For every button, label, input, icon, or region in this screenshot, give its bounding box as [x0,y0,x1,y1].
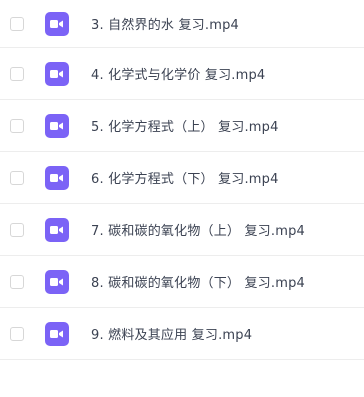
video-file-icon [45,269,69,294]
file-row[interactable]: 4. 化学式与化学价 复习.mp4 [0,48,364,100]
file-name[interactable]: 4. 化学式与化学价 复习.mp4 [91,64,265,83]
file-row[interactable]: 5. 化学方程式（上） 复习.mp4 [0,100,364,152]
file-name[interactable]: 3. 自然界的水 复习.mp4 [91,14,239,33]
video-file-icon [45,113,69,138]
file-name[interactable]: 5. 化学方程式（上） 复习.mp4 [91,116,279,135]
video-file-icon [45,165,69,190]
row-checkbox[interactable] [10,66,24,81]
row-checkbox[interactable] [10,16,24,31]
row-checkbox[interactable] [10,170,24,185]
file-name[interactable]: 8. 碳和碳的氧化物（下） 复习.mp4 [91,272,305,291]
video-file-icon [45,217,69,242]
file-row[interactable]: 3. 自然界的水 复习.mp4 [0,0,364,48]
row-checkbox[interactable] [10,222,24,237]
file-name[interactable]: 6. 化学方程式（下） 复习.mp4 [91,168,279,187]
row-checkbox[interactable] [10,274,24,289]
file-name[interactable]: 9. 燃料及其应用 复习.mp4 [91,324,252,343]
video-file-icon [45,11,69,36]
row-checkbox[interactable] [10,118,24,133]
file-list: 3. 自然界的水 复习.mp4 4. 化学式与化学价 复习.mp4 5. 化学方… [0,0,364,397]
file-row[interactable]: 8. 碳和碳的氧化物（下） 复习.mp4 [0,256,364,308]
row-checkbox[interactable] [10,326,24,341]
video-file-icon [45,321,69,346]
file-name[interactable]: 7. 碳和碳的氧化物（上） 复习.mp4 [91,220,305,239]
file-row[interactable]: 9. 燃料及其应用 复习.mp4 [0,308,364,360]
file-row[interactable]: 7. 碳和碳的氧化物（上） 复习.mp4 [0,204,364,256]
file-row[interactable]: 6. 化学方程式（下） 复习.mp4 [0,152,364,204]
video-file-icon [45,61,69,86]
